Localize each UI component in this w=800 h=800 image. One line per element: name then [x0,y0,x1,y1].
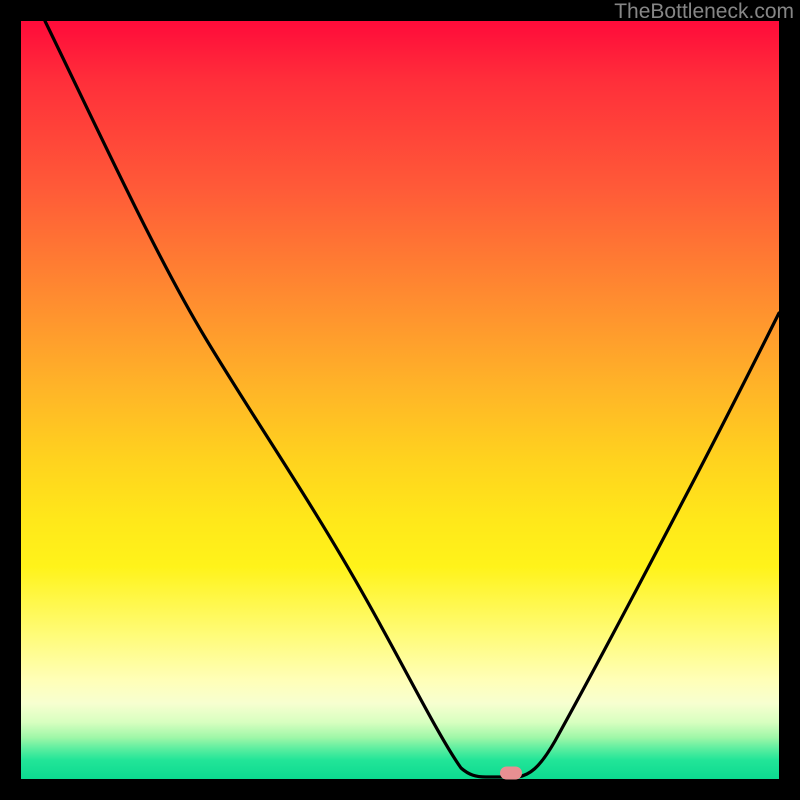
plot-area [21,21,779,779]
watermark: TheBottleneck.com [614,0,794,24]
curve-path [45,21,779,777]
optimal-point-marker [500,767,522,780]
chart-frame: TheBottleneck.com [0,0,800,800]
bottleneck-curve [21,21,779,779]
